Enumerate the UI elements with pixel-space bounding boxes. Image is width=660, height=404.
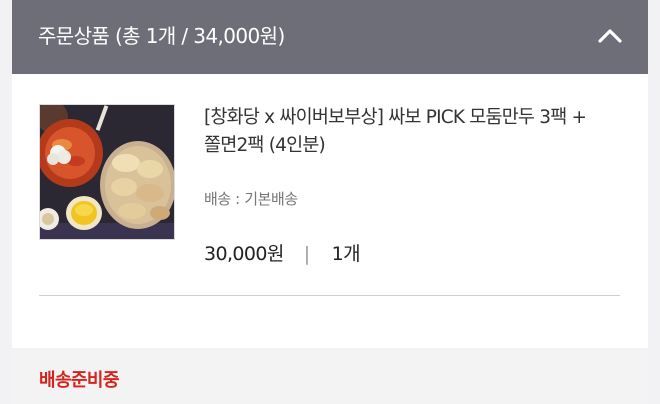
product-image <box>40 105 174 239</box>
order-status-label: 배송준비중 <box>39 370 119 391</box>
order-items-panel: 주문상품 (총 1개 / 34,000원) [창화당 x 싸이버보부상] 싸보 … <box>12 0 648 404</box>
price-quantity-row: 30,000원 | 1개 <box>204 239 361 266</box>
product-name-line1: [창화당 x 싸이버보부상] 싸보 PICK 모둠만두 3팩 + <box>204 107 587 128</box>
order-status-bar: 배송준비중 <box>12 348 648 404</box>
divider <box>39 295 620 296</box>
collapse-button[interactable] <box>592 18 628 54</box>
chevron-up-icon <box>598 29 622 43</box>
price-separator: | <box>303 243 310 265</box>
product-name-line2: 쫄면2팩 (4인분) <box>204 135 326 156</box>
product-quantity: 1개 <box>331 243 361 265</box>
shipping-method: 배송 : 기본배송 <box>204 190 298 208</box>
product-price: 30,000원 <box>204 243 284 265</box>
order-items-header[interactable]: 주문상품 (총 1개 / 34,000원) <box>12 0 648 74</box>
product-name[interactable]: [창화당 x 싸이버보부상] 싸보 PICK 모둠만두 3팩 + 쫄면2팩 (4… <box>204 104 644 160</box>
product-thumbnail[interactable] <box>39 104 175 240</box>
order-items-title: 주문상품 (총 1개 / 34,000원) <box>38 24 285 48</box>
